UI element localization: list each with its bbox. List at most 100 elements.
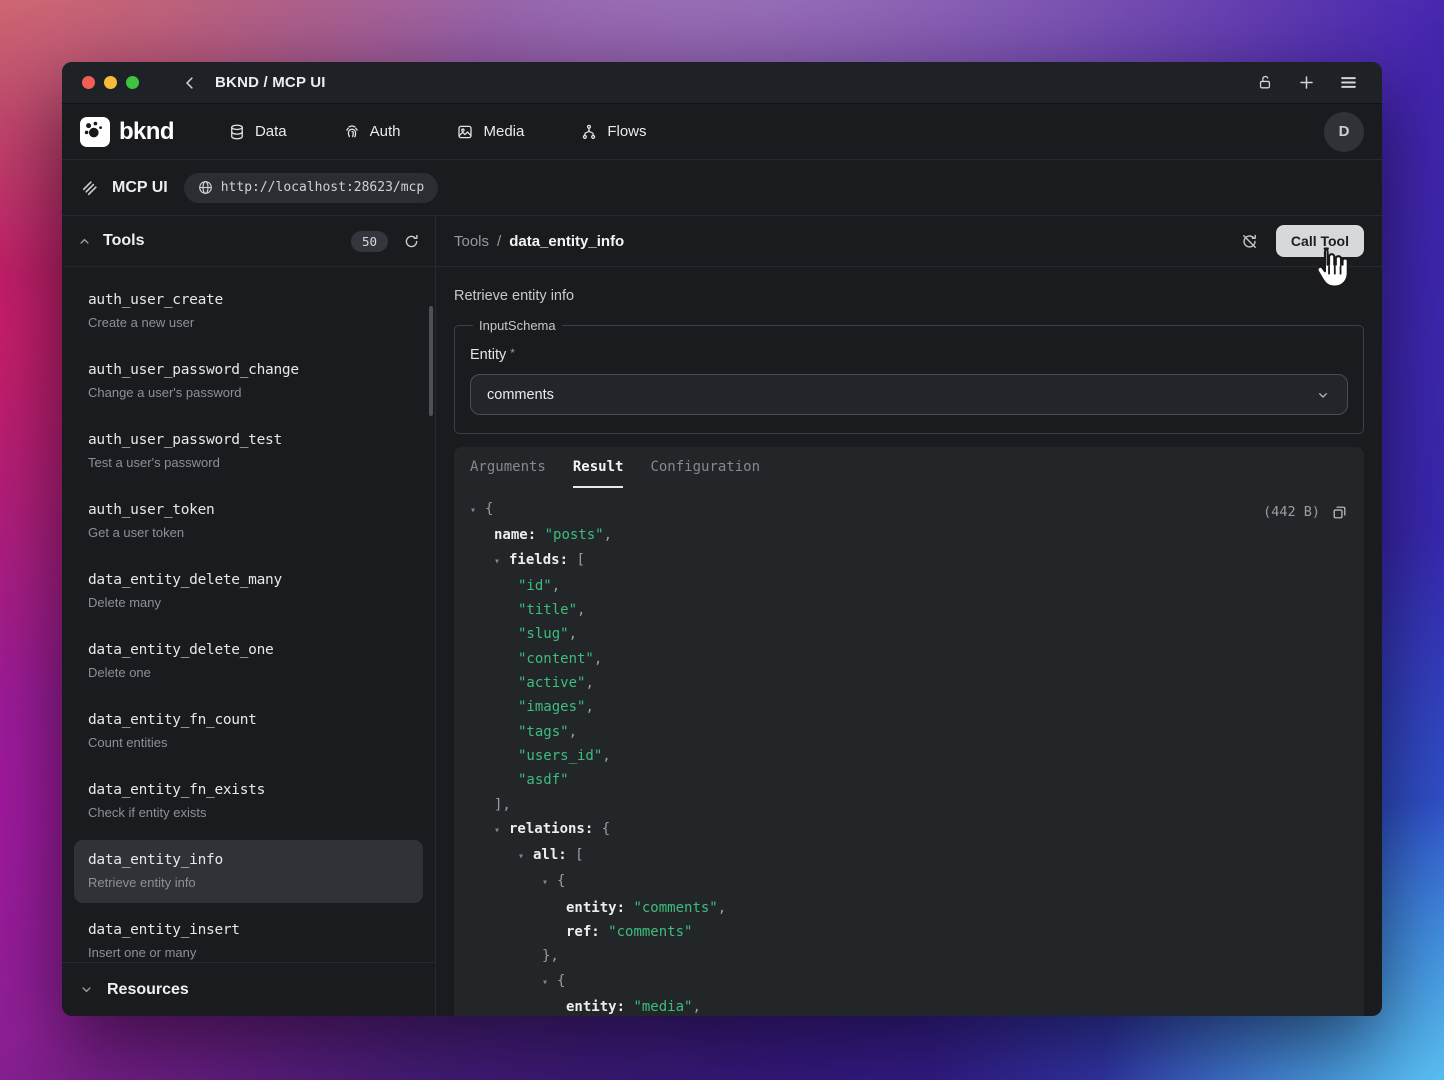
sidebar-item-data_entity_fn_count[interactable]: data_entity_fn_countCount entities bbox=[74, 700, 423, 763]
globe-icon bbox=[198, 180, 213, 195]
breadcrumb-section[interactable]: Tools bbox=[454, 233, 489, 250]
tool-name: data_entity_delete_many bbox=[88, 571, 409, 589]
tab-configuration[interactable]: Configuration bbox=[650, 447, 760, 488]
collapse-triangle-icon[interactable]: ▾ bbox=[542, 971, 557, 995]
close-window-button[interactable] bbox=[82, 76, 95, 89]
sidebar-item-auth_user_create[interactable]: auth_user_createCreate a new user bbox=[74, 280, 423, 343]
json-result-view: (442 B) ▾{name: "posts",▾fields: ["id","… bbox=[454, 488, 1364, 1016]
resources-title: Resources bbox=[107, 981, 189, 999]
result-panel: Arguments Result Configuration (442 B) ▾{n… bbox=[454, 447, 1364, 1016]
titlebar-actions bbox=[1257, 73, 1358, 92]
json-line: entity: "comments", bbox=[470, 896, 1348, 920]
brand-logo[interactable]: bknd bbox=[80, 117, 174, 147]
refresh-tools-button[interactable] bbox=[403, 233, 420, 250]
desktop-background: BKND / MCP UI bknd DataAut bbox=[0, 0, 1444, 1080]
tool-description: Insert one or many bbox=[88, 945, 409, 961]
sidebar-item-auth_user_token[interactable]: auth_user_token Get a user token bbox=[74, 490, 423, 553]
entity-field-label: Entity* bbox=[470, 346, 1348, 363]
lock-open-icon[interactable] bbox=[1257, 74, 1274, 91]
refresh-icon bbox=[403, 233, 420, 250]
tool-description: Delete one bbox=[88, 665, 409, 681]
json-line: "title", bbox=[470, 598, 1348, 622]
back-button[interactable] bbox=[181, 74, 199, 92]
json-line: ▾{ bbox=[470, 497, 1348, 523]
mcp-subbar: MCP UI http://localhost:28623/mcp bbox=[62, 159, 1382, 216]
sidebar-item-data_entity_fn_exists[interactable]: data_entity_fn_existsCheck if entity exi… bbox=[74, 770, 423, 833]
tool-name: data_entity_fn_count bbox=[88, 711, 409, 729]
new-tab-icon[interactable] bbox=[1297, 73, 1316, 92]
mcp-url: http://localhost:28623/mcp bbox=[221, 180, 425, 195]
tool-description: Test a user's password bbox=[88, 455, 409, 471]
collapse-triangle-icon[interactable]: ▾ bbox=[470, 499, 485, 523]
tool-detail-header: Tools / data_entity_info Call Tool bbox=[436, 216, 1382, 267]
json-line: "id", bbox=[470, 574, 1348, 598]
page-title: MCP UI bbox=[112, 179, 168, 197]
sidebar-item-data_entity_insert[interactable]: data_entity_insert Insert one or many bbox=[74, 910, 423, 962]
minimize-window-button[interactable] bbox=[104, 76, 117, 89]
entity-select[interactable]: comments bbox=[470, 374, 1348, 415]
tools-collapse-button[interactable] bbox=[77, 234, 92, 249]
nav-item-data[interactable]: Data bbox=[228, 123, 287, 141]
mcp-url-pill[interactable]: http://localhost:28623/mcp bbox=[184, 173, 439, 203]
tab-arguments[interactable]: Arguments bbox=[470, 447, 546, 488]
collapse-triangle-icon[interactable]: ▾ bbox=[494, 550, 509, 574]
input-schema-fieldset: InputSchema Entity* comments bbox=[454, 318, 1364, 434]
sidebar-item-auth_user_password_change[interactable]: auth_user_password_changeChange a user's… bbox=[74, 350, 423, 413]
json-meta: (442 B) bbox=[1263, 500, 1348, 524]
json-line: "asdf" bbox=[470, 768, 1348, 792]
sidebar-scrollbar[interactable] bbox=[429, 306, 433, 416]
json-line: ▾relations: { bbox=[470, 817, 1348, 843]
fingerprint-icon bbox=[343, 123, 361, 141]
refresh-off-icon bbox=[1240, 232, 1259, 251]
collapse-triangle-icon[interactable]: ▾ bbox=[494, 819, 509, 843]
required-mark: * bbox=[510, 346, 515, 360]
tool-name: data_entity_delete_one bbox=[88, 641, 409, 659]
chevron-up-icon bbox=[77, 234, 92, 249]
nav-items: Data Auth Media Flows bbox=[228, 123, 647, 141]
input-schema-legend: InputSchema bbox=[473, 318, 562, 333]
sidebar-item-data_entity_delete_one[interactable]: data_entity_delete_one Delete one bbox=[74, 630, 423, 693]
menu-icon[interactable] bbox=[1339, 73, 1358, 92]
copy-icon bbox=[1331, 504, 1348, 521]
sidebar-item-data_entity_info[interactable]: data_entity_infoRetrieve entity info bbox=[74, 840, 423, 903]
tools-count-badge: 50 bbox=[351, 231, 388, 252]
json-line: }, bbox=[470, 944, 1348, 968]
flows-icon bbox=[580, 123, 598, 141]
media-icon bbox=[456, 123, 474, 141]
call-tool-button[interactable]: Call Tool bbox=[1276, 225, 1364, 257]
tools-title: Tools bbox=[103, 232, 144, 250]
tool-name: data_entity_insert bbox=[88, 921, 409, 939]
breadcrumb-current: data_entity_info bbox=[509, 233, 624, 250]
collapse-triangle-icon[interactable]: ▾ bbox=[542, 871, 557, 895]
json-line: name: "posts", bbox=[470, 523, 1348, 547]
tool-description-text: Retrieve entity info bbox=[436, 267, 1382, 318]
tool-description: Check if entity exists bbox=[88, 805, 409, 821]
collapse-triangle-icon[interactable]: ▾ bbox=[518, 845, 533, 869]
tool-name: auth_user_token bbox=[88, 501, 409, 519]
tool-description: Get a user token bbox=[88, 525, 409, 541]
auto-call-off-button[interactable] bbox=[1240, 232, 1259, 251]
nav-item-auth[interactable]: Auth bbox=[343, 123, 401, 141]
sidebar-item-data_entity_delete_many[interactable]: data_entity_delete_many Delete many bbox=[74, 560, 423, 623]
nav-item-media[interactable]: Media bbox=[456, 123, 524, 141]
json-line: ref: "comments" bbox=[470, 920, 1348, 944]
mcp-icon bbox=[80, 178, 100, 198]
copy-result-button[interactable] bbox=[1331, 504, 1348, 521]
top-navbar: bknd Data Auth Media Flows D bbox=[62, 104, 1382, 159]
tab-result[interactable]: Result bbox=[573, 447, 624, 488]
maximize-window-button[interactable] bbox=[126, 76, 139, 89]
tool-name: auth_user_password_change bbox=[88, 361, 409, 379]
tool-detail: Tools / data_entity_info Call Tool Retri… bbox=[436, 216, 1382, 1016]
app-window: BKND / MCP UI bknd DataAut bbox=[62, 62, 1382, 1016]
avatar[interactable]: D bbox=[1324, 112, 1364, 152]
sidebar-item-auth_user_password_test[interactable]: auth_user_password_testTest a user's pas… bbox=[74, 420, 423, 483]
resources-header[interactable]: Resources bbox=[62, 962, 435, 1016]
nav-item-flows[interactable]: Flows bbox=[580, 123, 646, 141]
nav-item-label: Data bbox=[255, 123, 287, 140]
brand-name: bknd bbox=[119, 118, 174, 146]
select-chevron-down-icon bbox=[1315, 387, 1331, 403]
window-titlebar: BKND / MCP UI bbox=[62, 62, 1382, 104]
json-line: ], bbox=[470, 793, 1348, 817]
tool-description: Delete many bbox=[88, 595, 409, 611]
nav-item-label: Auth bbox=[370, 123, 401, 140]
